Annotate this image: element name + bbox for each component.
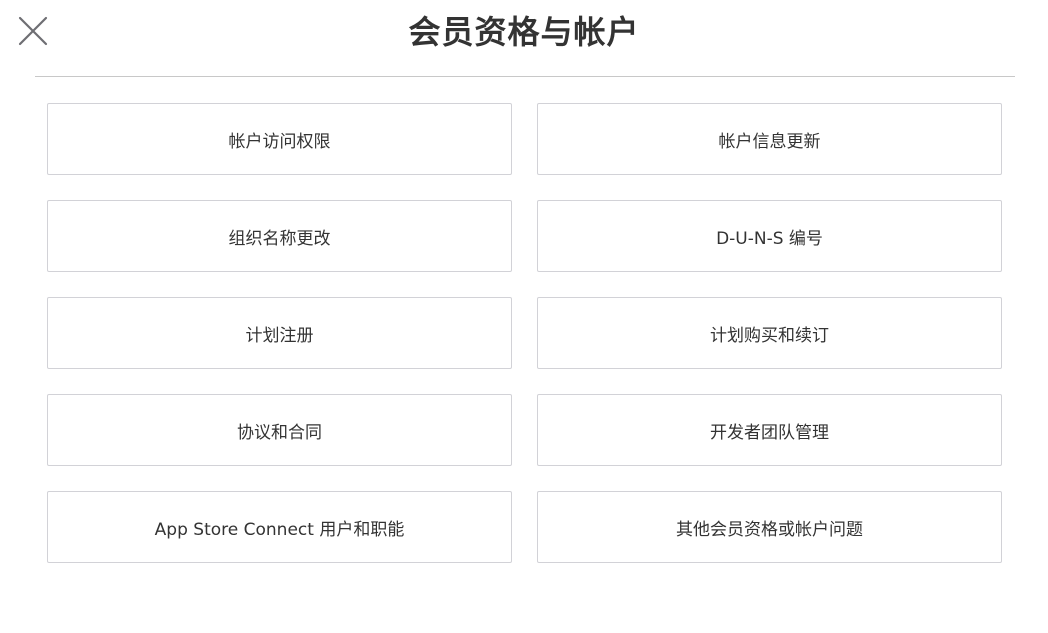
option-account-access[interactable]: 帐户访问权限 xyxy=(47,103,512,175)
option-program-enrollment[interactable]: 计划注册 xyxy=(47,297,512,369)
option-agreements-contracts[interactable]: 协议和合同 xyxy=(47,394,512,466)
option-developer-team-management[interactable]: 开发者团队管理 xyxy=(537,394,1002,466)
header-divider xyxy=(35,76,1015,77)
option-duns-number[interactable]: D-U-N-S 编号 xyxy=(537,200,1002,272)
option-account-info-update[interactable]: 帐户信息更新 xyxy=(537,103,1002,175)
option-organization-name-change[interactable]: 组织名称更改 xyxy=(47,200,512,272)
option-program-purchase-renewal[interactable]: 计划购买和续订 xyxy=(537,297,1002,369)
options-grid: 帐户访问权限 帐户信息更新 组织名称更改 D-U-N-S 编号 计划注册 计划购… xyxy=(47,103,1002,563)
option-app-store-connect-users-roles[interactable]: App Store Connect 用户和职能 xyxy=(47,491,512,563)
page-title: 会员资格与帐户 xyxy=(408,13,640,51)
option-other-membership-account-issues[interactable]: 其他会员资格或帐户问题 xyxy=(537,491,1002,563)
